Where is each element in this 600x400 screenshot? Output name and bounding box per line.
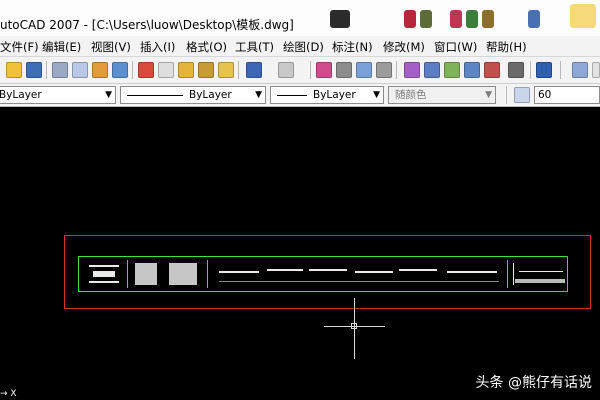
- toolbar-separator: [506, 86, 507, 104]
- drawing-line: [519, 271, 563, 272]
- menu-tools[interactable]: 工具(T): [235, 39, 274, 55]
- design-center-icon[interactable]: [424, 62, 440, 78]
- sheet-set-icon[interactable]: [464, 62, 480, 78]
- layer-dropdown[interactable]: ByLayer ▼: [0, 86, 116, 104]
- taskbar-thumb: [404, 10, 416, 28]
- taskbar-thumb: [420, 10, 432, 28]
- chevron-down-icon: ▼: [255, 90, 262, 100]
- tool-palettes-icon[interactable]: [444, 62, 460, 78]
- drawing-profile: [399, 269, 437, 271]
- menu-dimension[interactable]: 标注(N): [332, 39, 373, 55]
- drawing-sheet-border[interactable]: [78, 256, 568, 292]
- drawing-profile: [267, 269, 303, 271]
- cut-icon[interactable]: [138, 62, 154, 78]
- drawing-profile: [219, 271, 259, 273]
- crosshair-pickbox: [351, 323, 357, 329]
- taskbar-thumb: [570, 4, 596, 28]
- drawing-profile: [447, 271, 497, 273]
- window-title: utoCAD 2007 - [C:\Users\luow\Desktop\模板.…: [0, 18, 294, 32]
- taskbar-thumb: [330, 10, 350, 28]
- menu-edit[interactable]: 编辑(E): [42, 39, 81, 55]
- text-height-field[interactable]: 60: [534, 86, 600, 104]
- linetype-value: ByLayer: [189, 89, 232, 101]
- layer-state-icon[interactable]: [592, 62, 600, 78]
- toolbar-separator: [46, 61, 47, 79]
- color-dropdown[interactable]: 随颜色 ▼: [388, 86, 496, 104]
- print-icon[interactable]: [52, 62, 68, 78]
- help-icon[interactable]: [536, 62, 552, 78]
- match-properties-icon[interactable]: [198, 62, 214, 78]
- undo-icon[interactable]: [246, 62, 262, 78]
- taskbar-thumb: [528, 10, 540, 28]
- save-icon[interactable]: [26, 62, 42, 78]
- drawing-canvas[interactable]: → X: [0, 107, 600, 400]
- chevron-down-icon: ▼: [105, 90, 112, 100]
- menu-window[interactable]: 窗口(W): [434, 39, 477, 55]
- text-style-icon[interactable]: [514, 87, 530, 103]
- menu-bar: 文件(F) 编辑(E) 视图(V) 插入(I) 格式(O) 工具(T) 绘图(D…: [0, 36, 600, 57]
- watermark: 头条 @熊仔有话说: [475, 375, 592, 391]
- pan-icon[interactable]: [316, 62, 332, 78]
- menu-modify[interactable]: 修改(M): [383, 39, 425, 55]
- standard-toolbar: [0, 57, 600, 84]
- menu-view[interactable]: 视图(V): [91, 39, 131, 55]
- linetype-dropdown[interactable]: ByLayer ▼: [120, 86, 266, 104]
- drawing-table: [169, 263, 197, 285]
- menu-format[interactable]: 格式(O): [186, 39, 227, 55]
- layer-manager-icon[interactable]: [572, 62, 588, 78]
- zoom-realtime-icon[interactable]: [336, 62, 352, 78]
- taskbar-thumb: [482, 10, 494, 28]
- drawing-profile: [355, 271, 393, 273]
- drawing-table: [135, 263, 157, 285]
- sheet-divider: [207, 260, 208, 288]
- menu-draw[interactable]: 绘图(D): [283, 39, 324, 55]
- ucs-x-label: X: [10, 389, 17, 399]
- toolbar-separator: [132, 61, 133, 79]
- toolbar-separator: [560, 61, 561, 79]
- zoom-previous-icon[interactable]: [376, 62, 392, 78]
- toolbar-separator: [238, 61, 239, 79]
- paste-icon[interactable]: [178, 62, 194, 78]
- drawing-line: [219, 281, 499, 282]
- color-value: 随颜色: [395, 89, 427, 101]
- drawing-axis: [513, 263, 514, 285]
- menu-help[interactable]: 帮助(H): [486, 39, 527, 55]
- taskbar-thumb: [450, 10, 462, 28]
- ucs-icon: → X: [0, 389, 17, 399]
- sheet-divider: [507, 260, 508, 288]
- block-editor-icon[interactable]: [218, 62, 234, 78]
- toolbar-separator: [396, 61, 397, 79]
- lineweight-dropdown[interactable]: ByLayer ▼: [270, 86, 384, 104]
- toolbar-separator: [310, 61, 311, 79]
- chevron-down-icon: ▼: [373, 90, 380, 100]
- calculator-icon[interactable]: [508, 62, 524, 78]
- linetype-swatch: [127, 94, 183, 96]
- redo-icon[interactable]: [278, 62, 294, 78]
- lineweight-value: ByLayer: [313, 89, 356, 101]
- properties-toolbar: ByLayer ▼ ByLayer ▼ ByLayer ▼ 随颜色 ▼ 60: [0, 84, 600, 107]
- zoom-window-icon[interactable]: [356, 62, 372, 78]
- lineweight-swatch: [277, 94, 307, 96]
- window-titlebar: utoCAD 2007 - [C:\Users\luow\Desktop\模板.…: [0, 0, 600, 36]
- publish-icon[interactable]: [92, 62, 108, 78]
- toolbar-separator: [530, 61, 531, 79]
- drawing-line: [89, 281, 119, 283]
- sheet-divider: [127, 260, 128, 288]
- drawing-block: [515, 279, 565, 283]
- copy-icon[interactable]: [158, 62, 174, 78]
- new-icon[interactable]: [6, 62, 22, 78]
- properties-icon[interactable]: [404, 62, 420, 78]
- drawing-block: [93, 271, 115, 277]
- markup-icon[interactable]: [484, 62, 500, 78]
- text-height-value: 60: [538, 89, 552, 101]
- menu-file[interactable]: 文件(F): [0, 39, 39, 55]
- layer-value: ByLayer: [0, 89, 42, 101]
- chevron-down-icon: ▼: [485, 90, 492, 100]
- menu-insert[interactable]: 插入(I): [140, 39, 175, 55]
- taskbar-thumb: [466, 10, 478, 28]
- drawing-profile: [309, 269, 347, 271]
- plot-preview-icon[interactable]: [72, 62, 88, 78]
- 3d-dwf-icon[interactable]: [112, 62, 128, 78]
- drawing-line: [89, 265, 119, 267]
